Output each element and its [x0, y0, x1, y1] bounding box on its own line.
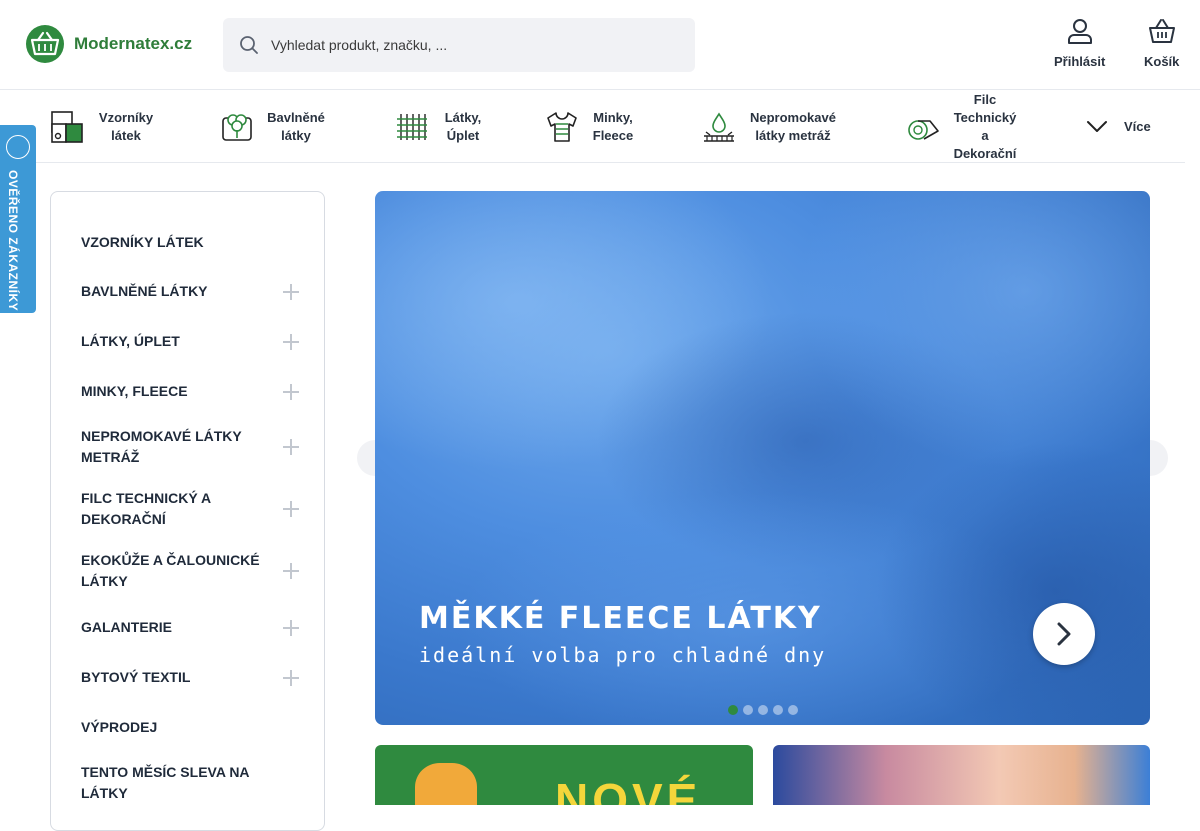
catnav-item-knit[interactable]: Látky, Úplet — [395, 91, 485, 163]
cart-button[interactable]: Košík — [1144, 16, 1179, 69]
sidebar-item-label: BYTOVÝ TEXTIL — [81, 669, 191, 685]
sidebar-item-label: LÁTKY, ÚPLET — [81, 333, 180, 349]
carousel-dot[interactable] — [758, 705, 768, 715]
verified-customers-badge[interactable]: OVĚŘENO ZÁKAZNÍKY — [0, 125, 36, 313]
category-sidebar: VZORNÍKY LÁTEK BAVLNĚNÉ LÁTKY LÁTKY, ÚPL… — [50, 191, 325, 831]
catnav-item-felt[interactable]: Filc Technický a Dekorační — [906, 91, 1018, 163]
catnav-more-button[interactable]: Více — [1086, 91, 1151, 163]
sidebar-item-label: TENTO MĚSÍC SLEVA NA LÁTKY — [81, 764, 250, 801]
expand-plus-icon[interactable] — [281, 668, 301, 688]
basket-logo-icon — [26, 25, 64, 63]
promo-banner-fabrics[interactable] — [773, 745, 1150, 805]
hero-next-button[interactable] — [1033, 603, 1095, 665]
user-icon — [1067, 19, 1092, 44]
sweater-icon — [547, 112, 577, 142]
catnav-label: Minky, Fleece — [592, 110, 634, 143]
expand-plus-icon[interactable] — [281, 332, 301, 352]
expand-plus-icon[interactable] — [281, 499, 301, 519]
sidebar-item-label: GALANTERIE — [81, 619, 172, 635]
catnav-label: Vzorníky látek — [98, 110, 154, 143]
carousel-dot[interactable] — [773, 705, 783, 715]
site-logo[interactable]: Modernatex.cz — [26, 25, 192, 63]
expand-plus-icon[interactable] — [281, 618, 301, 638]
expand-plus-icon[interactable] — [281, 282, 301, 302]
promo-banner-text: NOVÉ — [555, 774, 702, 805]
search-bar[interactable] — [223, 18, 695, 72]
catnav-item-waterproof[interactable]: Nepromokavé látky metráž — [702, 91, 838, 163]
hero-subtitle: ideální volba pro chladné dny — [419, 643, 827, 667]
sidebar-item[interactable]: EKOKŮŽE A ČALOUNICKÉ LÁTKY — [81, 550, 301, 592]
waterproof-icon — [704, 112, 734, 142]
chevron-right-icon — [1057, 622, 1071, 646]
cart-basket-icon — [1148, 19, 1175, 43]
catnav-item-swatches[interactable]: Vzorníky látek — [50, 91, 156, 163]
sidebar-item[interactable]: LÁTKY, ÚPLET — [81, 331, 301, 352]
expand-plus-icon[interactable] — [281, 561, 301, 581]
login-button[interactable]: Přihlásit — [1054, 16, 1105, 69]
login-label: Přihlásit — [1054, 54, 1106, 69]
chevron-down-icon — [1087, 121, 1107, 132]
carousel-dot[interactable] — [728, 705, 738, 715]
site-header: Modernatex.cz Přihlásit Košík — [0, 0, 1200, 90]
catnav-label: Filc Technický a Dekorační — [953, 92, 1017, 161]
cart-label: Košík — [1144, 54, 1180, 69]
search-input[interactable] — [271, 37, 671, 53]
sidebar-item-label: EKOKŮŽE A ČALOUNICKÉ LÁTKY — [81, 552, 260, 589]
expand-plus-icon[interactable] — [281, 437, 301, 457]
catnav-more-label: Více — [1124, 119, 1151, 134]
cotton-icon — [222, 114, 252, 141]
verified-seal-icon — [6, 135, 30, 159]
sidebar-item[interactable]: BYTOVÝ TEXTIL — [81, 667, 301, 688]
catnav-label: Bavlněné látky — [267, 110, 325, 143]
sidebar-item[interactable]: NEPROMOKAVÉ LÁTKY METRÁŽ — [81, 426, 301, 468]
logo-text: Modernatex.cz — [74, 34, 193, 53]
sidebar-item[interactable]: TENTO MĚSÍC SLEVA NA LÁTKY — [81, 762, 301, 804]
knit-icon — [397, 114, 427, 140]
sidebar-item-label: FILC TECHNICKÝ A DEKORAČNÍ — [81, 490, 211, 527]
sidebar-item-label: NEPROMOKAVÉ LÁTKY METRÁŽ — [81, 428, 242, 465]
sidebar-item[interactable]: VÝPRODEJ — [81, 717, 301, 738]
catnav-label: Nepromokavé látky metráž — [750, 110, 836, 143]
expand-plus-icon[interactable] — [281, 382, 301, 402]
sidebar-item[interactable]: BAVLNĚNÉ LÁTKY — [81, 281, 301, 302]
sidebar-item[interactable]: MINKY, FLEECE — [81, 381, 301, 402]
sidebar-item-label: BAVLNĚNÉ LÁTKY — [81, 283, 208, 299]
sidebar-item[interactable]: GALANTERIE — [81, 617, 301, 638]
verified-badge-text: OVĚŘENO ZÁKAZNÍKY — [6, 170, 20, 312]
category-nav: Vzorníky látek Bavlněné látky Látky, Úpl… — [0, 91, 1185, 163]
swatch-icon — [51, 111, 83, 143]
hero-carousel[interactable]: MĚKKÉ FLEECE LÁTKY ideální volba pro chl… — [375, 191, 1150, 725]
catnav-item-fleece[interactable]: Minky, Fleece — [545, 91, 635, 163]
search-icon — [240, 36, 258, 54]
hero-title: MĚKKÉ FLEECE LÁTKY — [419, 601, 822, 636]
carousel-dot[interactable] — [788, 705, 798, 715]
sidebar-item[interactable]: FILC TECHNICKÝ A DEKORAČNÍ — [81, 488, 301, 530]
carousel-dot[interactable] — [743, 705, 753, 715]
sidebar-item-label: VÝPRODEJ — [81, 719, 158, 735]
sidebar-item-label: MINKY, FLEECE — [81, 383, 188, 399]
catnav-label: Látky, Úplet — [444, 110, 482, 143]
carousel-dots — [728, 705, 798, 715]
sidebar-item[interactable]: VZORNÍKY LÁTEK — [81, 232, 301, 253]
sidebar-item-label: VZORNÍKY LÁTEK — [81, 234, 204, 250]
lucky-cat-image — [415, 763, 477, 805]
catnav-item-cotton[interactable]: Bavlněné látky — [220, 91, 326, 163]
promo-banner-new[interactable]: NOVÉ — [375, 745, 753, 805]
felt-roll-icon — [908, 120, 939, 140]
